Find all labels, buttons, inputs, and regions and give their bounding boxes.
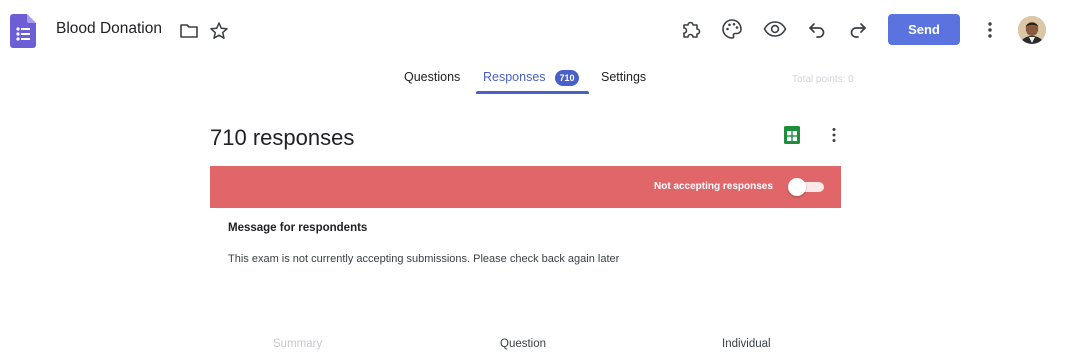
responses-title: 710 responses [210, 125, 355, 150]
sheets-icon[interactable] [782, 125, 802, 145]
message-label: Message for respondents [228, 222, 368, 234]
send-button[interactable]: Send [888, 14, 960, 45]
message-body[interactable]: This exam is not currently accepting sub… [228, 253, 619, 265]
top-header: Blood Donation Send [0, 0, 1072, 62]
form-tabs: Questions Responses 710 Settings Total p… [0, 62, 1072, 96]
eye-icon[interactable] [762, 17, 788, 41]
accepting-responses-toggle[interactable] [788, 178, 824, 196]
subtab-question[interactable]: Question [500, 338, 546, 350]
more-vert-icon[interactable] [980, 18, 1000, 42]
undo-icon[interactable] [806, 18, 828, 40]
forms-logo-icon[interactable] [10, 14, 36, 48]
palette-icon[interactable] [720, 17, 744, 41]
avatar[interactable] [1018, 16, 1046, 44]
banner-status-text: Not accepting responses [654, 181, 773, 192]
tab-questions[interactable]: Questions [404, 70, 460, 84]
subtab-individual[interactable]: Individual [722, 338, 771, 350]
toggle-knob [788, 178, 806, 196]
tab-responses[interactable]: Responses [483, 70, 546, 84]
subtab-summary[interactable]: Summary [273, 338, 322, 350]
star-icon[interactable] [208, 20, 230, 42]
total-points: Total points: 0 [792, 74, 854, 85]
tab-settings[interactable]: Settings [601, 70, 646, 84]
form-title[interactable]: Blood Donation [56, 20, 162, 38]
puzzle-icon[interactable] [679, 17, 703, 41]
redo-icon[interactable] [847, 18, 869, 40]
responses-count-badge: 710 [555, 70, 579, 86]
active-tab-indicator [476, 91, 589, 94]
not-accepting-banner: Not accepting responses [210, 166, 841, 208]
responses-more-icon[interactable] [826, 125, 842, 145]
folder-icon[interactable] [178, 20, 200, 42]
